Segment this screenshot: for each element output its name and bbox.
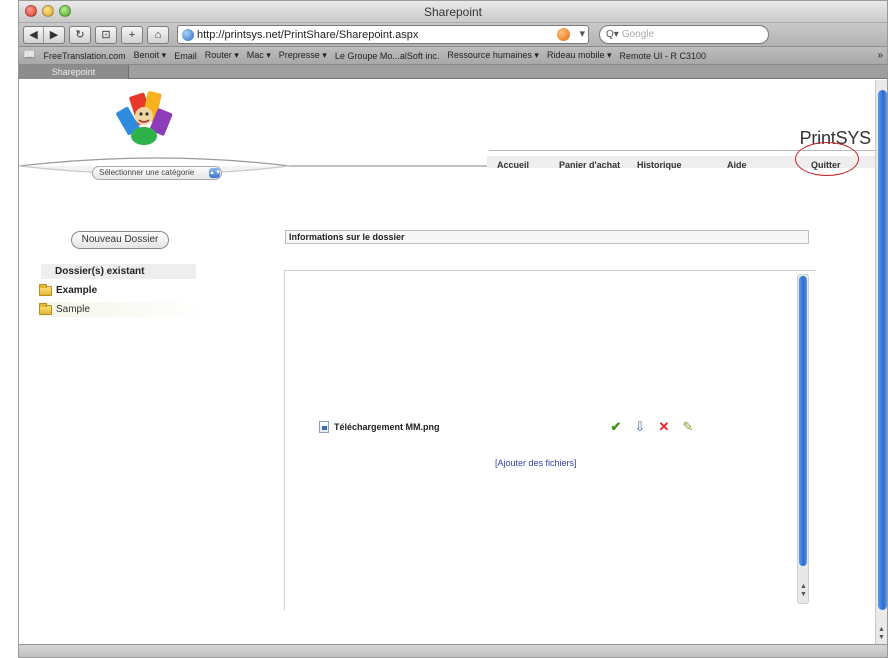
menu-historique[interactable]: Historique (637, 160, 682, 170)
tab-sharepoint[interactable]: Sharepoint (19, 65, 129, 79)
bookmark-item[interactable]: Ressource humaines ▾ (447, 50, 539, 61)
edit-icon[interactable]: ✎ (681, 419, 695, 435)
tab-strip: Sharepoint (19, 65, 887, 79)
category-select[interactable]: Sélectionner une catégorie ▲▼ (92, 166, 222, 180)
search-field[interactable]: Q▾ Google (599, 25, 769, 44)
check-icon[interactable]: ✔ (609, 419, 623, 435)
download-icon[interactable]: ⇩ (633, 419, 647, 435)
delete-icon[interactable]: ✕ (657, 419, 671, 435)
folder-icon (39, 302, 52, 315)
files-scroll-arrows[interactable]: ▲ ▼ (800, 583, 807, 599)
folder-label: Sample (56, 304, 90, 315)
folder-info-heading: Informations sur le dossier (285, 230, 809, 244)
printsys-logo (116, 91, 173, 145)
quit-highlight-circle (795, 142, 859, 176)
more-bookmarks-chevron-icon[interactable]: » (877, 50, 887, 61)
page-scroll-thumb[interactable] (878, 90, 887, 610)
site-globe-icon (182, 28, 194, 41)
file-name[interactable]: Téléchargement MM.png (334, 422, 440, 432)
menu-accueil[interactable]: Accueil (497, 160, 529, 170)
bookmarks-book-icon[interactable]: 📖 (23, 50, 35, 61)
window-title: Sharepoint (423, 5, 483, 19)
browser-window: Sharepoint ◀ ▶ ↻ ⊡ + ⌂ http://printsys.n… (18, 0, 888, 658)
files-panel (284, 270, 816, 610)
category-select-value: Sélectionner une catégorie (99, 168, 195, 177)
snapback-button[interactable]: ⊡ (95, 25, 117, 44)
image-file-icon (319, 421, 329, 433)
browser-toolbar: ◀ ▶ ↻ ⊡ + ⌂ http://printsys.net/PrintSha… (19, 23, 887, 47)
select-arrows-icon: ▲▼ (209, 168, 221, 178)
folder-label: Example (56, 285, 98, 296)
file-row: Téléchargement MM.png ✔ ⇩ ✕ ✎ (319, 419, 769, 435)
page-scrollbar[interactable]: ▲ ▼ (875, 80, 887, 646)
folder-icon (39, 283, 52, 296)
menu-panier[interactable]: Panier d'achat (559, 160, 620, 170)
site-header: PrintSYS Accueil Panier d'achat Historiq… (19, 80, 875, 185)
folder-item-sample[interactable]: Sample (39, 302, 209, 317)
bookmark-item[interactable]: Remote UI - R C3100 (620, 51, 707, 61)
home-button[interactable]: ⌂ (147, 25, 169, 44)
bookmark-item[interactable]: Mac ▾ (247, 50, 271, 61)
bookmark-item[interactable]: FreeTranslation.com (43, 51, 125, 61)
files-scroll-thumb[interactable] (799, 276, 807, 566)
folder-item-example[interactable]: Example (39, 283, 209, 298)
status-bar (19, 644, 887, 657)
add-files-link[interactable]: [Ajouter des fichiers] (495, 458, 577, 468)
new-folder-button[interactable]: Nouveau Dossier (71, 231, 169, 249)
bookmark-item[interactable]: Router ▾ (205, 50, 239, 61)
back-button[interactable]: ◀ (24, 26, 44, 43)
bookmark-item[interactable]: Rideau mobile ▾ (547, 50, 612, 61)
reload-button[interactable]: ↻ (69, 25, 91, 44)
forward-button[interactable]: ▶ (44, 27, 64, 43)
address-reload-icon[interactable]: ▾ (579, 27, 585, 40)
add-bookmark-button[interactable]: + (121, 25, 143, 44)
bookmark-item[interactable]: Email (174, 51, 197, 61)
web-page: PrintSYS Accueil Panier d'achat Historiq… (19, 80, 875, 646)
address-text: http://printsys.net/PrintShare/Sharepoin… (197, 28, 419, 41)
bookmark-item[interactable]: Benoit ▾ (134, 50, 167, 61)
bookmarks-bar: 📖 FreeTranslation.com Benoit ▾ Email Rou… (19, 47, 887, 65)
search-placeholder: Google (621, 29, 655, 40)
title-bar: Sharepoint (19, 1, 887, 23)
bookmark-item[interactable]: Prepresse ▾ (279, 50, 327, 61)
page-scroll-arrows[interactable]: ▲ ▼ (878, 626, 885, 642)
folders-heading: Dossier(s) existant (41, 264, 196, 279)
search-icon: Q▾ (606, 29, 619, 40)
menu-aide[interactable]: Aide (727, 160, 747, 170)
address-bar[interactable]: http://printsys.net/PrintShare/Sharepoin… (177, 25, 589, 44)
files-panel-scrollbar[interactable]: ▲ ▼ (797, 274, 809, 604)
bookmark-item[interactable]: Le Groupe Mo...alSoft inc. (335, 51, 440, 61)
rss-icon[interactable] (557, 28, 570, 41)
back-forward-buttons: ◀ ▶ (23, 25, 65, 44)
